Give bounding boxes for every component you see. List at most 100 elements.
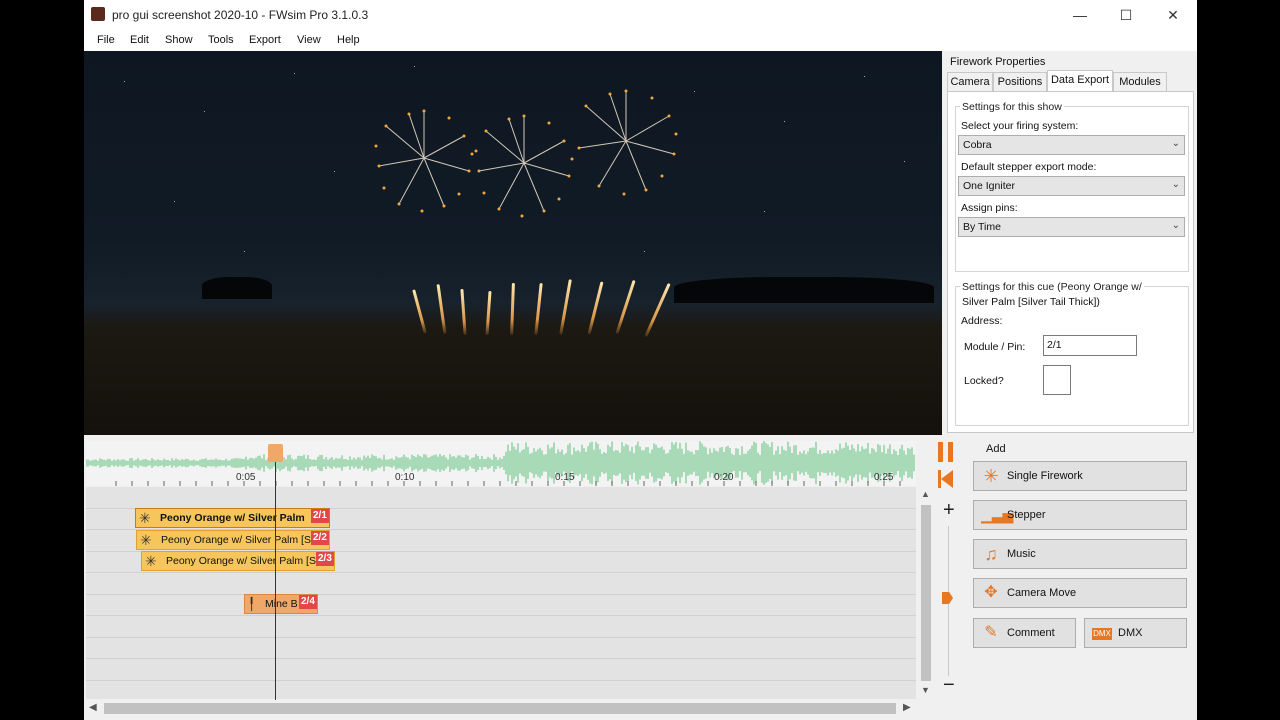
minimize-button[interactable]: — (1057, 0, 1103, 30)
fountain-effect (534, 282, 543, 336)
scroll-thumb[interactable] (921, 505, 931, 681)
star (244, 251, 245, 252)
scroll-thumb[interactable] (104, 703, 896, 714)
fountain-effect (510, 282, 515, 336)
menu-show[interactable]: Show (165, 34, 193, 46)
track-divider (86, 680, 916, 681)
star (864, 76, 865, 77)
fountain-effect (412, 289, 427, 334)
fountain-effect (644, 282, 671, 338)
cue-block[interactable]: ╿ Mine B 2/4 (244, 594, 318, 614)
fountain-effect (460, 288, 467, 336)
comment-edit-icon: ✎ (984, 624, 998, 641)
app-window: pro gui screenshot 2020-10 - FWsim Pro 3… (84, 0, 1197, 720)
add-dmx-button[interactable]: DMX DMX (1084, 618, 1187, 648)
assign-pins-label: Assign pins: (961, 202, 1018, 214)
menu-export[interactable]: Export (249, 34, 281, 46)
module-pin-label: Module / Pin: (964, 341, 1026, 353)
track-divider (86, 594, 916, 595)
zoom-out-icon[interactable]: − (943, 674, 955, 697)
vertical-scrollbar[interactable]: ▲ ▼ (918, 487, 934, 699)
horizontal-scrollbar[interactable]: ◀ ▶ (86, 700, 916, 717)
button-label: Stepper (1007, 509, 1046, 521)
menu-bar: File Edit Show Tools Export View Help (84, 30, 1197, 51)
tick-label: 0:05 (236, 472, 256, 483)
stepper-mode-value: One Igniter (963, 180, 1015, 192)
button-label: DMX (1118, 627, 1143, 639)
close-button[interactable]: ✕ (1150, 0, 1196, 30)
camera-move-icon: ✥ (984, 584, 998, 601)
pause-icon[interactable] (938, 442, 943, 462)
add-label: Add (986, 443, 1006, 455)
scroll-down-icon[interactable]: ▼ (921, 685, 930, 695)
tab-positions[interactable]: Positions (993, 72, 1047, 92)
show-settings-legend: Settings for this show (960, 101, 1064, 113)
add-camera-move-button[interactable]: ✥ Camera Move (973, 578, 1187, 608)
cue-label: Peony Orange w/ Silver Palm [S (166, 555, 316, 567)
pin-badge: 2/1 (311, 509, 329, 523)
stepper-mode-select[interactable]: One Igniter ⌄ (958, 176, 1185, 196)
menu-view[interactable]: View (297, 34, 321, 46)
locked-checkbox[interactable] (1043, 365, 1071, 395)
cue-tracks[interactable]: ✳ Peony Orange w/ Silver Palm 2/1 ✳ Peon… (86, 487, 916, 699)
fountain-effect (615, 279, 636, 335)
cue-label: Mine B (265, 598, 298, 610)
zoom-in-icon[interactable]: + (943, 499, 955, 522)
cue-block[interactable]: ✳ Peony Orange w/ Silver Palm [S 2/3 (141, 551, 335, 571)
tab-camera[interactable]: Camera (947, 72, 993, 92)
playhead-handle[interactable] (268, 444, 283, 462)
simulation-viewport[interactable] (84, 51, 942, 435)
button-label: Comment (1007, 627, 1055, 639)
add-single-firework-button[interactable]: ✳ Single Firework (973, 461, 1187, 491)
tick-label: 0:15 (555, 472, 575, 483)
tab-data-export[interactable]: Data Export (1047, 70, 1113, 93)
pin-badge: 2/4 (299, 595, 317, 609)
menu-edit[interactable]: Edit (130, 34, 149, 46)
title-bar: pro gui screenshot 2020-10 - FWsim Pro 3… (84, 0, 1197, 30)
add-music-button[interactable]: ♫ Music (973, 539, 1187, 569)
add-comment-button[interactable]: ✎ Comment (973, 618, 1076, 648)
window-title: pro gui screenshot 2020-10 - FWsim Pro 3… (112, 8, 369, 22)
tab-modules[interactable]: Modules (1113, 72, 1167, 92)
tick-label: 0:10 (395, 472, 415, 483)
menu-file[interactable]: File (97, 34, 115, 46)
maximize-button[interactable]: ☐ (1103, 0, 1149, 30)
scroll-up-icon[interactable]: ▲ (921, 489, 930, 499)
cue-block[interactable]: ✳ Peony Orange w/ Silver Palm [S 2/2 (136, 530, 330, 550)
data-export-content: Settings for this show Select your firin… (947, 91, 1194, 433)
star (294, 73, 295, 74)
skip-back-arrow (941, 470, 953, 488)
firing-system-select[interactable]: Cobra ⌄ (958, 135, 1185, 155)
menu-help[interactable]: Help (337, 34, 360, 46)
chevron-down-icon: ⌄ (1171, 220, 1180, 231)
timeline[interactable]: 0:05 0:10 0:15 0:20 0:25 ✳ Peony Orange … (84, 436, 942, 720)
assign-pins-select[interactable]: By Time ⌄ (958, 217, 1185, 237)
star (644, 251, 645, 252)
tree-silhouette (202, 277, 272, 299)
cue-block-selected[interactable]: ✳ Peony Orange w/ Silver Palm 2/1 (135, 508, 330, 528)
menu-tools[interactable]: Tools (208, 34, 234, 46)
music-note-icon: ♫ (984, 544, 998, 564)
track-divider (86, 637, 916, 638)
scroll-right-icon[interactable]: ▶ (903, 702, 911, 713)
firework-burst (374, 109, 474, 213)
mine-icon: ╿ (248, 597, 256, 611)
fountain-effect (587, 281, 604, 335)
zoom-slider-thumb[interactable] (942, 592, 953, 604)
add-stepper-button[interactable]: ▁▃▅ Stepper (973, 500, 1187, 530)
tick-label: 0:25 (874, 472, 894, 483)
fountain-effect (485, 290, 492, 336)
burst-icon: ✳ (983, 466, 999, 486)
address-label: Address: (961, 315, 1003, 327)
star (694, 91, 695, 92)
star (174, 201, 175, 202)
pin-badge: 2/2 (311, 531, 329, 545)
button-label: Camera Move (1007, 587, 1077, 599)
firework-burst (474, 114, 574, 218)
track-divider (86, 615, 916, 616)
scroll-left-icon[interactable]: ◀ (89, 702, 97, 713)
module-pin-input[interactable]: 2/1 (1043, 335, 1137, 356)
burst-icon: ✳ (145, 553, 157, 569)
time-ruler[interactable]: 0:05 0:10 0:15 0:20 0:25 (86, 441, 916, 486)
fountain-effect (559, 279, 572, 335)
